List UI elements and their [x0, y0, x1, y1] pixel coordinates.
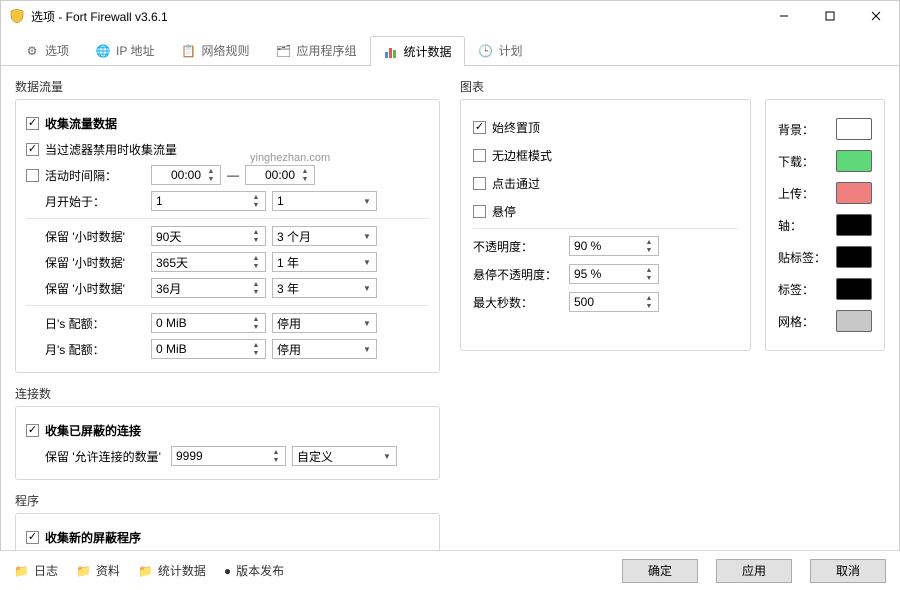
tab-schedule[interactable]: 🕒计划 — [465, 35, 536, 65]
minimize-button[interactable] — [761, 1, 807, 31]
tab-options[interactable]: ⚙选项 — [11, 35, 82, 65]
collect-traffic-label: 收集流量数据 — [45, 115, 117, 132]
folder-icon: 📁 — [14, 564, 29, 578]
ticklabel-color[interactable] — [836, 246, 872, 268]
hover-checkbox[interactable] — [473, 205, 486, 218]
app-icon — [9, 8, 25, 24]
collect-new-checkbox[interactable] — [26, 531, 39, 544]
chart-icon — [383, 44, 399, 60]
tabs: ⚙选项 🌐IP 地址 📋网络规则 🗂应用程序组 统计数据 🕒计划 — [1, 31, 899, 66]
keep-allowed-combo[interactable]: 自定义▼ — [292, 446, 397, 466]
cancel-button[interactable]: 取消 — [810, 559, 886, 583]
always-top-checkbox[interactable] — [473, 121, 486, 134]
collect-disabled-checkbox[interactable] — [26, 143, 39, 156]
traffic-group: 数据流量 收集流量数据 当过滤器禁用时收集流量 活动时间隔： 00:00▲▼ —… — [15, 74, 440, 373]
label-color[interactable] — [836, 278, 872, 300]
tab-rules[interactable]: 📋网络规则 — [167, 35, 262, 65]
month-quota-combo[interactable]: 停用▼ — [272, 339, 377, 359]
release-link[interactable]: ●版本发布 — [224, 562, 284, 579]
chart-group: 图表 始终置顶 无边框模式 点击通过 悬停 不透明度：90 %▲▼ 悬停不透明度… — [460, 74, 885, 351]
window-title: 选项 - Fort Firewall v3.6.1 — [31, 8, 761, 25]
data-link[interactable]: 📁资料 — [76, 562, 120, 579]
rules-icon: 📋 — [180, 43, 196, 59]
colors-panel: 背景： 下载： 上传： 轴： 贴标签： 标签： 网格： — [765, 99, 885, 351]
stats-link[interactable]: 📁统计数据 — [138, 562, 206, 579]
day-quota-spin[interactable]: 0 MiB▲▼ — [151, 313, 266, 333]
keep-hour-spin[interactable]: 90天▲▼ — [151, 226, 266, 246]
opacity-spin[interactable]: 90 %▲▼ — [569, 236, 659, 256]
footer: 📁日志 📁资料 📁统计数据 ●版本发布 确定 应用 取消 — [0, 550, 900, 590]
ul-color[interactable] — [836, 182, 872, 204]
maximize-button[interactable] — [807, 1, 853, 31]
hover-opacity-spin[interactable]: 95 %▲▼ — [569, 264, 659, 284]
clock-icon: 🕒 — [478, 43, 494, 59]
month-start-combo[interactable]: 1▼ — [272, 191, 377, 211]
grid-color[interactable] — [836, 310, 872, 332]
max-sec-spin[interactable]: 500▲▼ — [569, 292, 659, 312]
month-start-spin[interactable]: 1▲▼ — [151, 191, 266, 211]
collect-blocked-checkbox[interactable] — [26, 424, 39, 437]
month-quota-spin[interactable]: 0 MiB▲▼ — [151, 339, 266, 359]
collect-traffic-checkbox[interactable] — [26, 117, 39, 130]
time-from[interactable]: 00:00▲▼ — [151, 165, 221, 185]
keep-allowed-spin[interactable]: 9999▲▼ — [171, 446, 286, 466]
logs-link[interactable]: 📁日志 — [14, 562, 58, 579]
tab-stats[interactable]: 统计数据 — [370, 36, 465, 66]
ok-button[interactable]: 确定 — [622, 559, 698, 583]
gear-icon: ⚙ — [24, 43, 40, 59]
titlebar: 选项 - Fort Firewall v3.6.1 — [1, 1, 899, 31]
close-button[interactable] — [853, 1, 899, 31]
axis-color[interactable] — [836, 214, 872, 236]
tab-apps[interactable]: 🗂应用程序组 — [263, 35, 370, 65]
keep-day-spin[interactable]: 365天▲▼ — [151, 252, 266, 272]
window-buttons — [761, 1, 899, 31]
apply-button[interactable]: 应用 — [716, 559, 792, 583]
keep-hour-combo[interactable]: 3 个月▼ — [272, 226, 377, 246]
folder-icon: 📁 — [138, 564, 153, 578]
dl-color[interactable] — [836, 150, 872, 172]
keep-month-combo[interactable]: 3 年▼ — [272, 278, 377, 298]
day-quota-combo[interactable]: 停用▼ — [272, 313, 377, 333]
bg-color[interactable] — [836, 118, 872, 140]
time-to[interactable]: 00:00▲▼ — [245, 165, 315, 185]
tab-ip[interactable]: 🌐IP 地址 — [82, 35, 167, 65]
active-period-checkbox[interactable] — [26, 169, 39, 182]
ip-icon: 🌐 — [95, 43, 111, 59]
keep-day-combo[interactable]: 1 年▼ — [272, 252, 377, 272]
frameless-checkbox[interactable] — [473, 149, 486, 162]
github-icon: ● — [224, 564, 231, 578]
folder-icon: 📁 — [76, 564, 91, 578]
click-through-checkbox[interactable] — [473, 177, 486, 190]
connections-group: 连接数 收集已屏蔽的连接 保留 '允许连接的数量'9999▲▼自定义▼ — [15, 381, 440, 480]
keep-month-spin[interactable]: 36月▲▼ — [151, 278, 266, 298]
apps-icon: 🗂 — [276, 43, 292, 59]
traffic-title: 数据流量 — [15, 74, 440, 99]
